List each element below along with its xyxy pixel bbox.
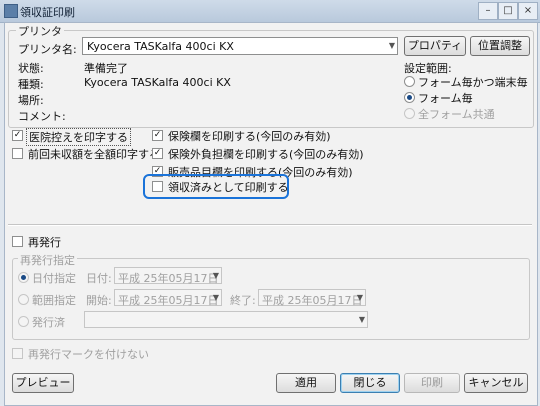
printer-group-label: プリンタ <box>16 23 64 39</box>
end-date-value: 平成 25年05月17日 <box>262 294 363 307</box>
reissue-checkbox[interactable] <box>12 236 23 247</box>
start-date-picker[interactable]: 平成 25年05月17日 ▼ <box>114 289 222 307</box>
chevron-down-icon: ▼ <box>356 293 363 302</box>
scope-radio-common[interactable] <box>404 108 415 119</box>
reissue-label: 再発行 <box>28 236 61 249</box>
location-label: 場所: <box>18 94 44 107</box>
scope-radio-per-form[interactable] <box>404 92 415 103</box>
no-reissue-mark-checkbox[interactable] <box>12 348 23 359</box>
scope-radio-per-form-terminal[interactable] <box>404 76 415 87</box>
preview-button[interactable]: プレビュー <box>12 373 74 393</box>
reissue-group-label: 再発行指定 <box>18 252 77 268</box>
issued-select[interactable]: ▼ <box>84 311 368 328</box>
clinic-copy-checkbox[interactable]: ✓ <box>12 130 23 141</box>
insurance-checkbox[interactable]: ✓ <box>152 130 163 141</box>
date-value: 平成 25年05月17日 <box>118 272 219 285</box>
range-option-radio[interactable] <box>18 294 29 305</box>
minimize-button[interactable]: – <box>478 2 498 20</box>
comment-label: コメント: <box>18 110 66 123</box>
date-option-label: 日付指定 <box>32 272 76 285</box>
non-insurance-label: 保険外負担欄を印刷する(今回のみ有効) <box>168 148 364 161</box>
previous-unpaid-label: 前回未収額を全額印字する <box>28 148 160 161</box>
clinic-copy-label: 医院控えを印字する <box>26 128 131 146</box>
non-insurance-checkbox[interactable]: ✓ <box>152 148 163 159</box>
chevron-down-icon: ▼ <box>212 271 219 280</box>
print-button[interactable]: 印刷 <box>404 373 460 393</box>
cancel-button[interactable]: キャンセル <box>464 373 528 393</box>
previous-unpaid-checkbox[interactable] <box>12 148 23 159</box>
close-button[interactable]: 閉じる <box>340 373 400 393</box>
issued-option-label: 発行済 <box>32 316 65 329</box>
insurance-label: 保険欄を印刷する(今回のみ有効) <box>168 130 331 143</box>
app-icon <box>4 4 18 18</box>
status-value: 準備完了 <box>84 62 128 75</box>
type-value: Kyocera TASKalfa 400ci KX <box>84 76 231 89</box>
date-label: 日付: <box>86 272 112 285</box>
no-reissue-mark-label: 再発行マークを付けない <box>28 348 149 361</box>
scope-option-label: フォーム毎かつ端末毎 <box>418 76 528 89</box>
paid-stamp-label: 領収済みとして印刷する <box>168 181 289 194</box>
end-date-picker[interactable]: 平成 25年05月17日 ▼ <box>258 289 366 307</box>
chevron-down-icon: ▼ <box>212 293 219 302</box>
date-picker[interactable]: 平成 25年05月17日 ▼ <box>114 267 222 285</box>
issued-option-radio[interactable] <box>18 316 29 327</box>
printer-name-label: プリンタ名: <box>18 43 77 56</box>
divider <box>8 224 532 226</box>
chevron-down-icon: ▼ <box>388 41 395 50</box>
status-label: 状態: <box>18 62 44 75</box>
printer-select-value: Kyocera TASKalfa 400ci KX <box>87 40 234 53</box>
end-label: 終了: <box>230 294 256 307</box>
position-adjust-button[interactable]: 位置調整 <box>470 36 530 56</box>
title-bar <box>0 0 540 23</box>
apply-button[interactable]: 適用 <box>276 373 336 393</box>
close-window-button[interactable]: × <box>518 2 538 20</box>
start-date-value: 平成 25年05月17日 <box>118 294 219 307</box>
scope-option-label: フォーム毎 <box>418 92 473 105</box>
type-label: 種類: <box>18 78 44 91</box>
start-label: 開始: <box>86 294 112 307</box>
range-option-label: 範囲指定 <box>32 294 76 307</box>
maximize-button[interactable]: □ <box>498 2 518 20</box>
window-title: 領収証印刷 <box>20 6 75 19</box>
date-option-radio[interactable] <box>18 272 29 283</box>
chevron-down-icon: ▼ <box>358 315 365 324</box>
paid-stamp-checkbox[interactable] <box>152 181 163 192</box>
printer-select[interactable]: Kyocera TASKalfa 400ci KX ▼ <box>82 37 398 55</box>
scope-option-label: 全フォーム共通 <box>418 108 495 121</box>
properties-button[interactable]: プロパティ <box>404 36 466 56</box>
